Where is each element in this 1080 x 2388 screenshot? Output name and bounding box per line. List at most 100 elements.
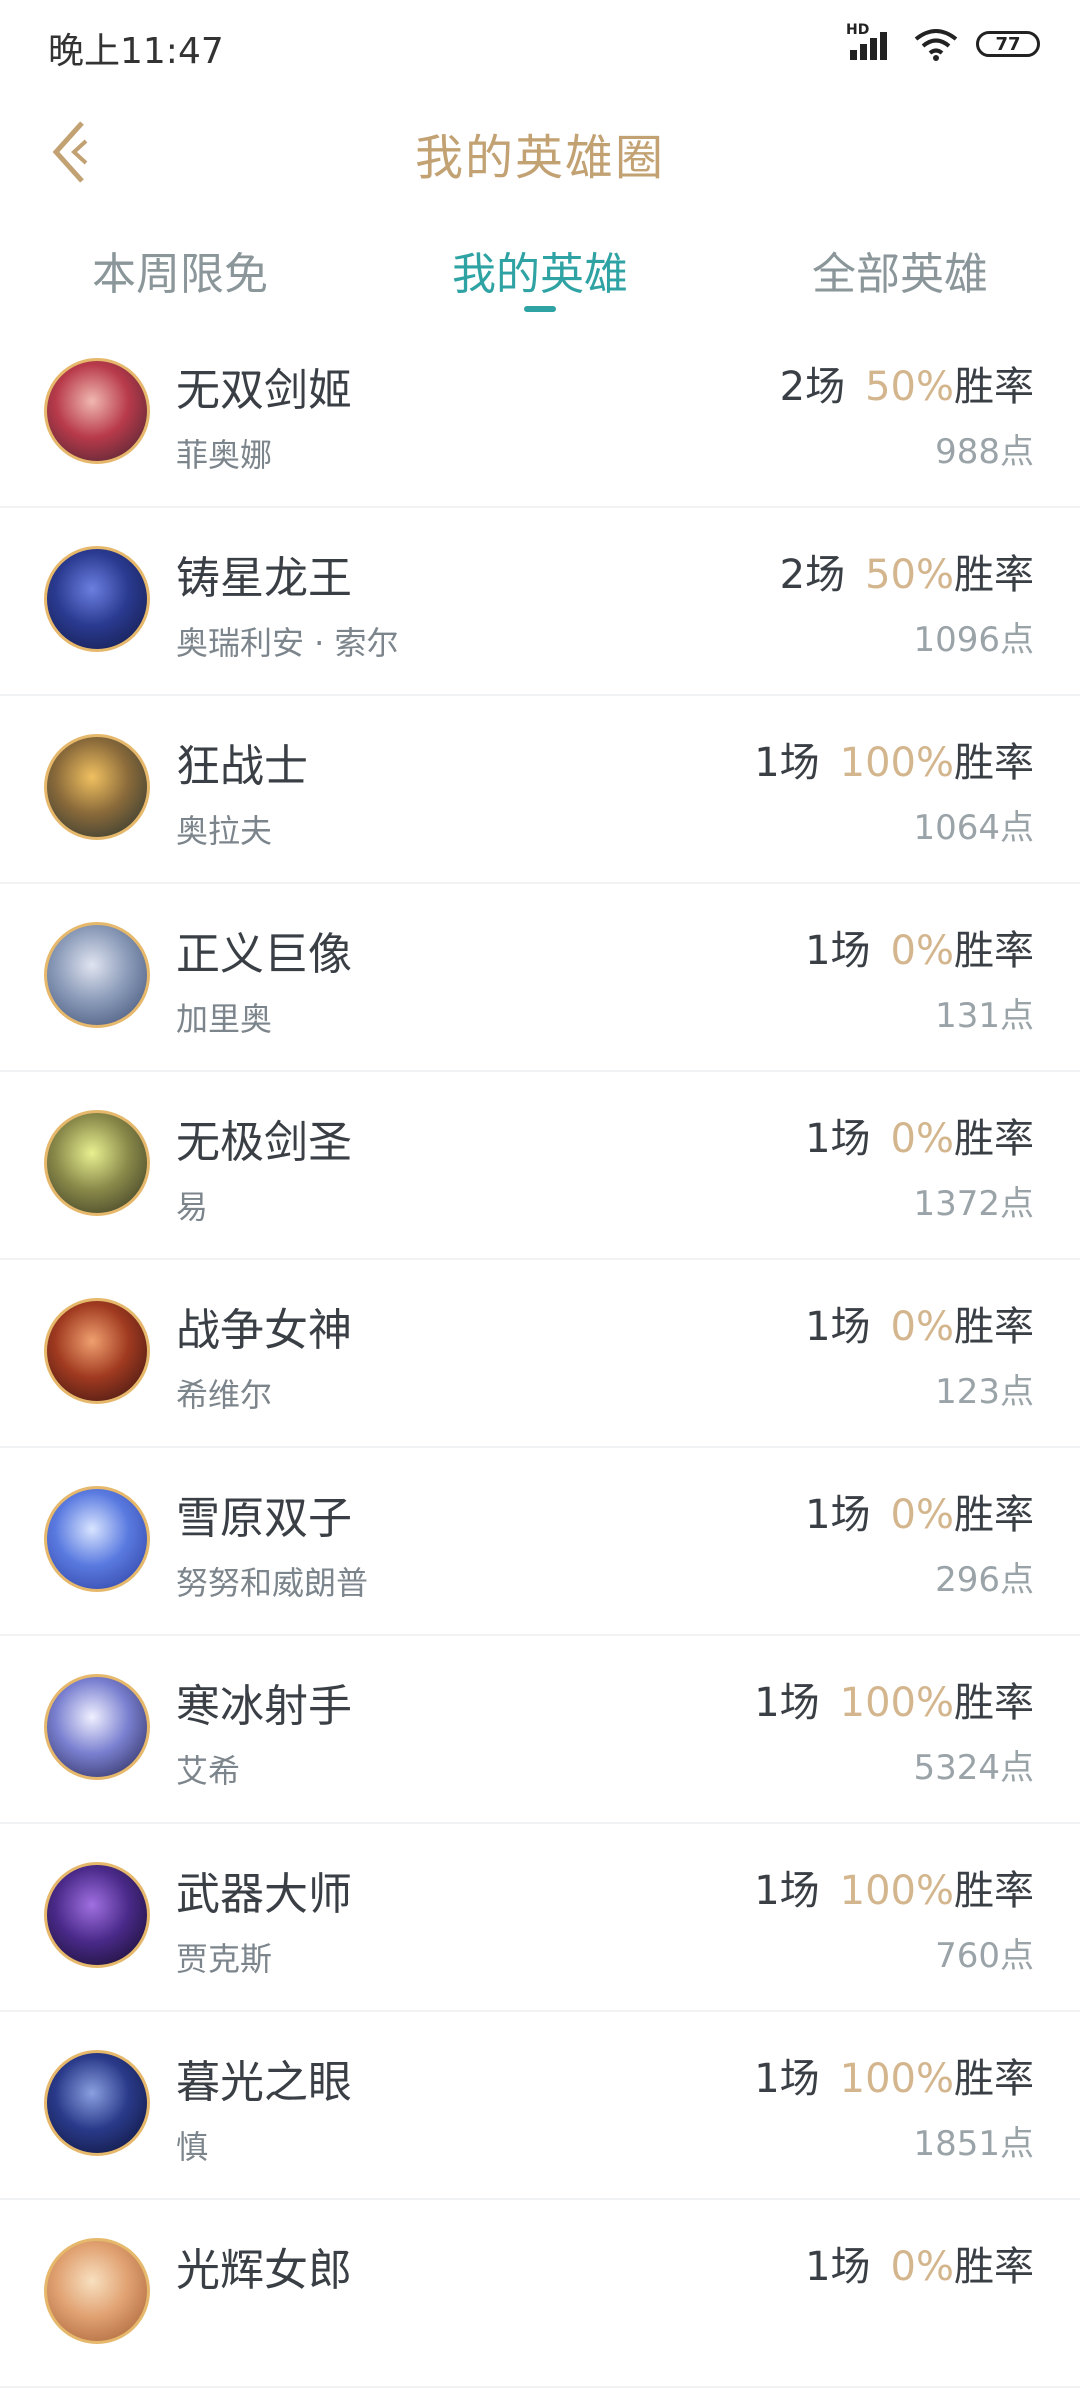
- hero-points: 1064点: [913, 808, 1034, 848]
- hero-points: 760点: [935, 1936, 1034, 1976]
- tab-all-heroes[interactable]: 全部英雄: [720, 238, 1080, 302]
- hero-games-count: 1场: [754, 740, 820, 786]
- hero-name: 雪原双子: [176, 1493, 352, 1544]
- win-rate-label: 胜率: [954, 928, 1034, 974]
- hero-subtitle: 易: [176, 1188, 209, 1226]
- hero-list: 无双剑姬菲奥娜 2场 50%胜率 988点铸星龙王奥瑞利安 · 索尔 2场 50%胜率 10…: [0, 320, 1080, 2388]
- tab-active-indicator: [524, 306, 556, 312]
- hero-win-rate: 0%: [890, 1492, 954, 1538]
- hero-subtitle: 奥瑞利安 · 索尔: [176, 624, 399, 662]
- hero-stats: 1场 0%胜率: [805, 918, 1034, 976]
- hero-avatar: [44, 2050, 150, 2156]
- tab-weekly-free[interactable]: 本周限免: [0, 238, 360, 302]
- hero-win-rate: 100%: [839, 1680, 954, 1726]
- hero-row[interactable]: 狂战士奥拉夫 1场 100%胜率 1064点: [0, 696, 1080, 884]
- hero-win-rate: 50%: [865, 552, 954, 598]
- wifi-icon: [914, 27, 958, 61]
- hero-stats: 1场 0%胜率: [805, 2234, 1034, 2292]
- hero-name: 无双剑姬: [176, 365, 352, 416]
- hero-subtitle: 艾希: [176, 1752, 241, 1790]
- nav-bar: 我的英雄圈: [0, 90, 1080, 214]
- hero-name: 战争女神: [176, 1305, 352, 1356]
- win-rate-label: 胜率: [954, 364, 1034, 410]
- hero-subtitle: 努努和威朗普: [176, 1564, 369, 1602]
- hero-points: 296点: [935, 1560, 1034, 1600]
- hero-avatar: [44, 2238, 150, 2344]
- hero-name: 正义巨像: [176, 929, 352, 980]
- hero-stats: 1场 0%胜率: [805, 1482, 1034, 1540]
- hero-avatar: [44, 1862, 150, 1968]
- hero-stats: 1场 100%胜率: [754, 1858, 1034, 1916]
- hero-avatar: [44, 358, 150, 464]
- hero-avatar: [44, 734, 150, 840]
- hero-stats: 1场 0%胜率: [805, 1106, 1034, 1164]
- hero-row[interactable]: 战争女神希维尔 1场 0%胜率 123点: [0, 1260, 1080, 1448]
- hero-name: 武器大师: [176, 1869, 352, 1920]
- hero-avatar: [44, 1674, 150, 1780]
- hero-games-count: 1场: [754, 1680, 820, 1726]
- win-rate-label: 胜率: [954, 1304, 1034, 1350]
- hero-row[interactable]: 铸星龙王奥瑞利安 · 索尔 2场 50%胜率 1096点: [0, 508, 1080, 696]
- win-rate-label: 胜率: [954, 2244, 1034, 2290]
- hero-win-rate: 0%: [890, 1304, 954, 1350]
- hero-avatar: [44, 546, 150, 652]
- hero-points: 123点: [935, 1372, 1034, 1412]
- hero-win-rate: 50%: [865, 364, 954, 410]
- win-rate-label: 胜率: [954, 1680, 1034, 1726]
- hero-name: 光辉女郎: [176, 2245, 352, 2296]
- win-rate-label: 胜率: [954, 740, 1034, 786]
- battery-icon: 77: [976, 31, 1040, 57]
- status-time: 晚上11:47: [48, 31, 224, 72]
- hero-row[interactable]: 武器大师 贾克斯 1场 100%胜率 760点: [0, 1824, 1080, 2012]
- status-bar: 晚上11:47 HD 77: [0, 0, 1080, 90]
- hero-win-rate: 100%: [839, 1868, 954, 1914]
- hero-stats: 1场 100%胜率: [754, 730, 1034, 788]
- tab-bar: 本周限免 我的英雄 全部英雄: [0, 212, 1080, 330]
- hero-points: 988点: [935, 432, 1034, 472]
- hero-row[interactable]: 光辉女郎 1场 0%胜率: [0, 2200, 1080, 2388]
- hero-row[interactable]: 暮光之眼慎 1场 100%胜率 1851点: [0, 2012, 1080, 2200]
- hero-name: 铸星龙王: [176, 553, 352, 604]
- hero-subtitle: 奥拉夫: [176, 812, 273, 850]
- hero-row[interactable]: 寒冰射手艾希 1场 100%胜率 5324点: [0, 1636, 1080, 1824]
- tab-my-heroes[interactable]: 我的英雄: [360, 238, 720, 302]
- hero-points: 131点: [935, 996, 1034, 1036]
- hero-subtitle: 慎: [176, 2128, 209, 2166]
- page-title: 我的英雄圈: [414, 130, 665, 186]
- win-rate-label: 胜率: [954, 2056, 1034, 2102]
- hero-avatar: [44, 922, 150, 1028]
- hero-name: 狂战士: [176, 741, 308, 792]
- hero-avatar: [44, 1110, 150, 1216]
- hero-games-count: 1场: [805, 1492, 871, 1538]
- battery-level: 77: [995, 33, 1021, 55]
- hero-row[interactable]: 无双剑姬菲奥娜 2场 50%胜率 988点: [0, 320, 1080, 508]
- hero-points: 5324点: [913, 1748, 1034, 1788]
- hero-name: 暮光之眼: [176, 2057, 352, 2108]
- hero-points: 1372点: [913, 1184, 1034, 1224]
- hero-subtitle: 希维尔: [176, 1376, 273, 1414]
- hero-win-rate: 0%: [890, 2244, 954, 2290]
- hero-avatar: [44, 1298, 150, 1404]
- hero-points: 1851点: [913, 2124, 1034, 2164]
- hero-games-count: 1场: [754, 2056, 820, 2102]
- win-rate-label: 胜率: [954, 552, 1034, 598]
- hero-name: 寒冰射手: [176, 1681, 352, 1732]
- hero-win-rate: 100%: [839, 740, 954, 786]
- hero-stats: 2场 50%胜率: [780, 542, 1034, 600]
- hero-stats: 1场 100%胜率: [754, 2046, 1034, 2104]
- status-icons: HD 77: [846, 22, 1040, 62]
- hero-row[interactable]: 雪原双子 努努和威朗普 1场 0%胜率 296点: [0, 1448, 1080, 1636]
- hero-win-rate: 100%: [839, 2056, 954, 2102]
- hero-points: 1096点: [913, 620, 1034, 660]
- hero-subtitle: 贾克斯: [176, 1940, 273, 1978]
- hero-subtitle: 加里奥: [176, 1000, 273, 1038]
- hero-subtitle: 菲奥娜: [176, 436, 273, 474]
- hero-row[interactable]: 正义巨像加里奥 1场 0%胜率 131点: [0, 884, 1080, 1072]
- hero-stats: 1场 0%胜率: [805, 1294, 1034, 1352]
- hero-row[interactable]: 无极剑圣易 1场 0%胜率 1372点: [0, 1072, 1080, 1260]
- hero-stats: 2场 50%胜率: [780, 354, 1034, 412]
- hero-name: 无极剑圣: [176, 1117, 352, 1168]
- hero-games-count: 1场: [754, 1868, 820, 1914]
- hero-avatar: [44, 1486, 150, 1592]
- hero-win-rate: 0%: [890, 1116, 954, 1162]
